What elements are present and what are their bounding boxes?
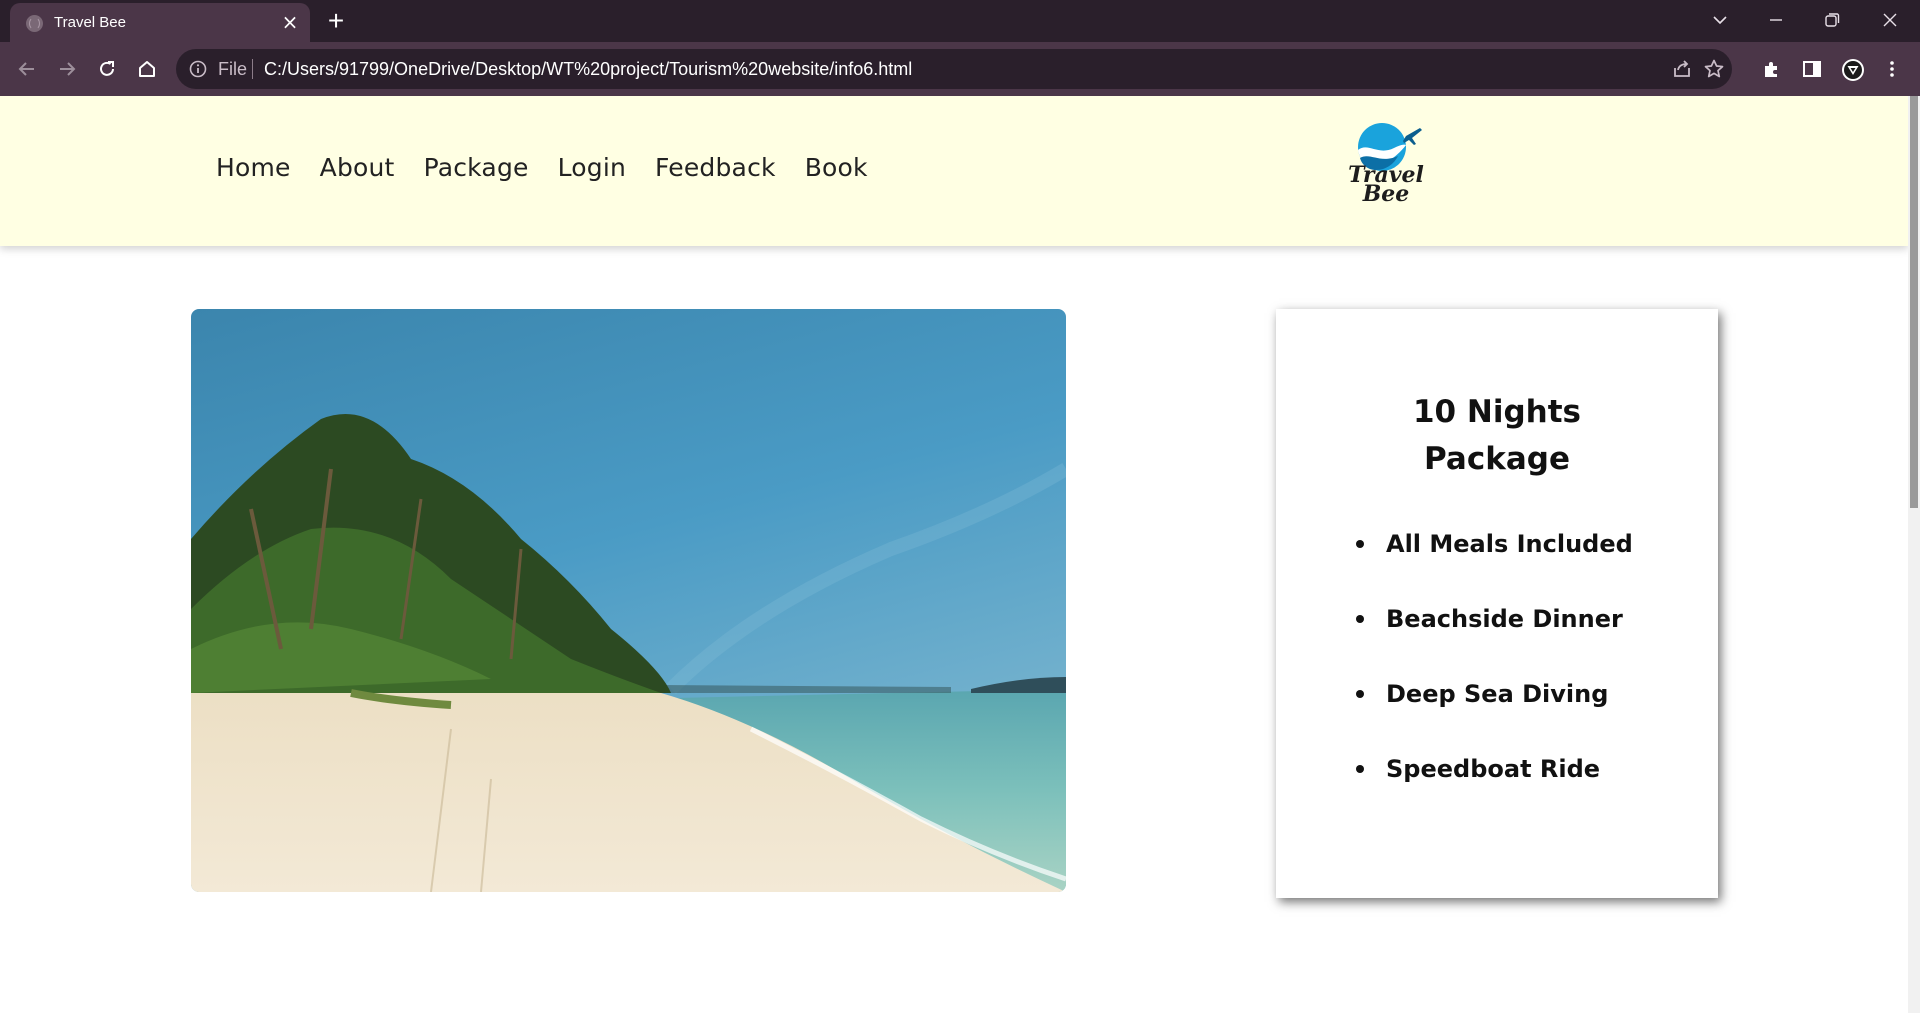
scrollbar-thumb[interactable] <box>1910 96 1918 508</box>
nav-feedback[interactable]: Feedback <box>655 153 776 182</box>
beach-palm-trees-image <box>191 309 1066 892</box>
feature-item: Speedboat Ride <box>1356 752 1633 827</box>
package-title-line2: Package <box>1424 441 1570 477</box>
nav-package[interactable]: Package <box>424 153 529 182</box>
page-scrollbar[interactable] <box>1908 96 1920 1013</box>
new-tab-button[interactable]: + <box>322 7 350 36</box>
minimize-icon <box>1770 19 1782 21</box>
file-scheme-label: File <box>218 59 248 79</box>
url-text[interactable]: C:/Users/91799/OneDrive/Desktop/WT%20pro… <box>264 59 912 80</box>
page-viewport: Home About Package Login Feedback Book T… <box>0 96 1920 1013</box>
tab-title: Travel Bee <box>54 14 126 31</box>
package-title: 10 Nights Package <box>1276 389 1718 483</box>
tab-search-button[interactable] <box>1700 6 1740 34</box>
info-icon[interactable] <box>188 59 208 79</box>
close-tab-icon[interactable]: × <box>278 10 302 34</box>
puzzle-icon <box>1765 62 1777 77</box>
beach-photo <box>191 309 1066 892</box>
package-title-line1: 10 Nights <box>1412 394 1582 430</box>
feature-item: All Meals Included <box>1356 527 1633 602</box>
close-icon <box>1883 13 1897 27</box>
nav-login[interactable]: Login <box>558 153 626 182</box>
chevron-down-icon <box>1713 16 1727 25</box>
globe-icon <box>26 15 43 32</box>
package-features-list: All Meals Included Beachside Dinner Deep… <box>1356 527 1633 827</box>
bookmark-star-icon[interactable] <box>1702 57 1726 81</box>
main-nav: Home About Package Login Feedback Book <box>216 153 868 182</box>
vpn-extension-icon <box>1842 59 1864 81</box>
browser-tab[interactable]: Travel Bee × <box>10 3 310 42</box>
kebab-menu-icon <box>1890 61 1894 77</box>
browser-menu-button[interactable] <box>1876 53 1908 85</box>
back-button[interactable] <box>11 53 43 85</box>
nav-about[interactable]: About <box>320 153 395 182</box>
arrow-right-icon <box>60 62 76 76</box>
share-icon[interactable] <box>1670 57 1694 81</box>
feature-item: Beachside Dinner <box>1356 602 1633 677</box>
extensions-button[interactable] <box>1756 53 1788 85</box>
minimize-button[interactable] <box>1756 6 1796 34</box>
home-icon <box>139 61 155 77</box>
profile-extension-button[interactable] <box>1836 53 1868 85</box>
side-panel-button[interactable] <box>1796 53 1828 85</box>
forward-button[interactable] <box>51 53 83 85</box>
package-card: 10 Nights Package All Meals Included Bea… <box>1276 309 1718 898</box>
address-separator <box>252 59 253 79</box>
close-window-button[interactable] <box>1870 6 1910 34</box>
browser-toolbar: File C:/Users/91799/OneDrive/Desktop/WT%… <box>0 42 1920 96</box>
address-bar[interactable]: File C:/Users/91799/OneDrive/Desktop/WT%… <box>176 49 1732 89</box>
logo-text-bee: Bee <box>1362 181 1410 207</box>
feature-item: Deep Sea Diving <box>1356 677 1633 752</box>
home-button[interactable] <box>131 53 163 85</box>
nav-book[interactable]: Book <box>805 153 868 182</box>
site-logo[interactable]: Travel Bee <box>1336 120 1436 220</box>
reload-button[interactable] <box>91 53 123 85</box>
restore-button[interactable] <box>1812 6 1852 34</box>
arrow-left-icon <box>18 62 34 76</box>
side-panel-icon <box>1803 61 1821 77</box>
browser-tab-strip: Travel Bee × + <box>0 0 1920 42</box>
restore-icon <box>1825 13 1840 27</box>
site-header: Home About Package Login Feedback Book T… <box>0 96 1908 246</box>
nav-home[interactable]: Home <box>216 153 291 182</box>
reload-icon <box>100 61 114 76</box>
